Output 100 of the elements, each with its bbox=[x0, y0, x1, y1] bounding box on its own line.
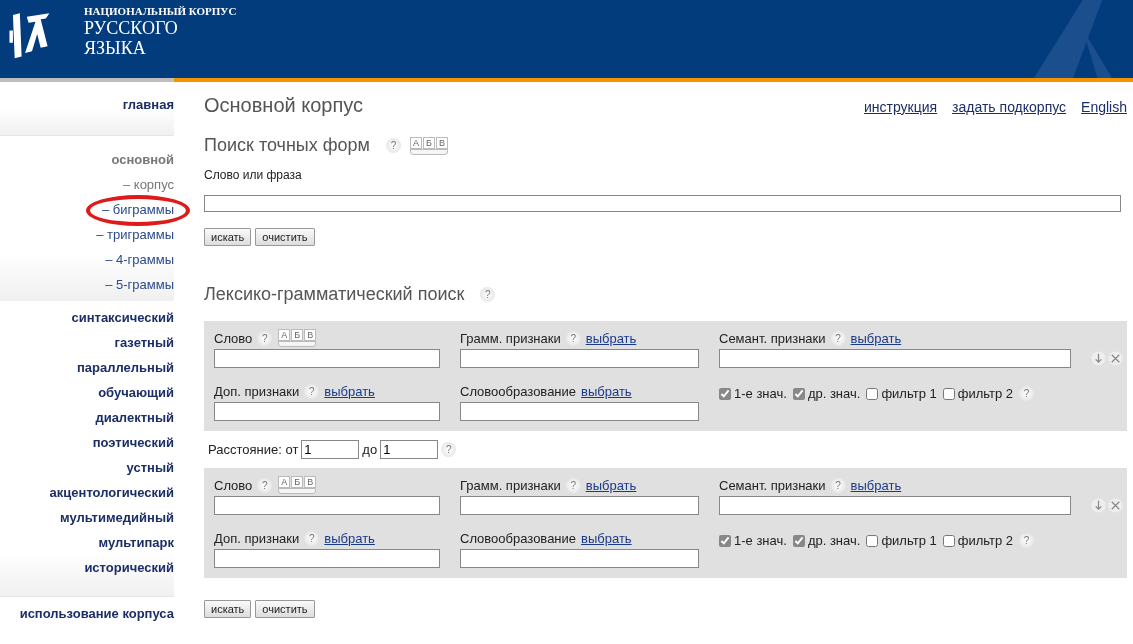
checkbox[interactable] bbox=[792, 387, 805, 400]
close-icon[interactable] bbox=[1108, 351, 1123, 366]
help-button[interactable]: ? bbox=[386, 138, 401, 153]
sidebar-link[interactable]: диалектный bbox=[95, 405, 174, 430]
choose-link[interactable]: выбрать bbox=[581, 383, 632, 399]
checkbox-label: фильтр 2 bbox=[957, 386, 1014, 401]
checkbox[interactable] bbox=[942, 387, 955, 400]
help-button[interactable]: ? bbox=[565, 477, 581, 493]
help-button[interactable]: ? bbox=[441, 442, 457, 457]
derivation-input-field[interactable] bbox=[460, 549, 699, 568]
choose-link[interactable]: выбрать bbox=[850, 477, 902, 493]
sidebar-link[interactable]: поэтический bbox=[92, 430, 174, 455]
section-title: Лексико-грамматический поиск bbox=[204, 284, 465, 305]
checkbox[interactable] bbox=[942, 534, 955, 547]
choose-link[interactable]: выбрать bbox=[581, 530, 632, 546]
choose-link[interactable]: выбрать bbox=[324, 383, 375, 399]
distance-label: Расстояние: от bbox=[208, 442, 299, 457]
sidebar-link[interactable]: акцентологический bbox=[49, 480, 174, 505]
sidebar-section-label: основной bbox=[111, 151, 174, 169]
distance-from-field[interactable]: 1 bbox=[301, 440, 360, 459]
choose-link[interactable]: выбрать bbox=[585, 477, 637, 493]
sidebar-link[interactable]: устный bbox=[126, 455, 174, 480]
field-label: Доп. признаки bbox=[214, 530, 300, 546]
choose-link[interactable]: выбрать bbox=[850, 330, 902, 346]
close-icon[interactable] bbox=[1108, 498, 1123, 513]
field-label: Словообразование bbox=[460, 530, 577, 546]
field-label: Грамм. признаки bbox=[460, 330, 561, 346]
field-label: Словообразование bbox=[460, 383, 577, 399]
checkbox[interactable] bbox=[866, 534, 879, 547]
form-button[interactable]: искать bbox=[204, 600, 252, 618]
checkbox[interactable] bbox=[866, 387, 879, 400]
sidebar-link[interactable]: мультимедийный bbox=[60, 505, 174, 530]
sidebar-link[interactable]: газетный bbox=[114, 330, 174, 355]
field-label: Доп. признаки bbox=[214, 383, 300, 399]
top-link[interactable]: задать подкорпус bbox=[952, 99, 1067, 115]
sidebar-link[interactable]: мультипарк bbox=[98, 530, 174, 555]
field-label: Семант. признаки bbox=[719, 477, 826, 493]
distance-label: до bbox=[362, 442, 378, 457]
form-button[interactable]: искать bbox=[204, 228, 252, 246]
distance-to-field[interactable]: 1 bbox=[380, 440, 439, 459]
choose-link[interactable]: выбрать bbox=[585, 330, 637, 346]
phrase-input-field[interactable] bbox=[204, 195, 1121, 212]
help-button[interactable]: ? bbox=[830, 330, 846, 346]
field-label: Грамм. признаки bbox=[460, 477, 561, 493]
grammar-input-field[interactable] bbox=[460, 349, 699, 368]
page-title: Основной корпус bbox=[204, 94, 364, 117]
help-button[interactable]: ? bbox=[565, 330, 581, 346]
derivation-input-field[interactable] bbox=[460, 402, 699, 421]
checkbox-label: фильтр 1 bbox=[881, 386, 937, 401]
extra-input-field[interactable] bbox=[214, 402, 440, 421]
keyboard-button[interactable]: А Б В bbox=[277, 475, 318, 495]
field-label: Слово или фраза bbox=[204, 168, 303, 182]
form-button[interactable]: очистить bbox=[255, 228, 315, 246]
checkbox-label: фильтр 2 bbox=[957, 533, 1014, 548]
field-label: Семант. признаки bbox=[719, 330, 826, 346]
extra-input-field[interactable] bbox=[214, 549, 440, 568]
sidebar-subitem[interactable]: – 4-граммы bbox=[105, 247, 174, 272]
keyboard-button[interactable]: А Б В bbox=[277, 328, 318, 348]
sidebar-link[interactable]: синтаксический bbox=[71, 305, 174, 330]
grammar-input-field[interactable] bbox=[460, 496, 699, 515]
help-button[interactable]: ? bbox=[480, 287, 496, 302]
sidebar-subitem[interactable]: – биграммы bbox=[102, 197, 174, 222]
top-link[interactable]: English bbox=[1081, 99, 1127, 115]
checkbox-label: фильтр 1 bbox=[881, 533, 937, 548]
form-button[interactable]: очистить bbox=[255, 600, 315, 618]
site-title: РУССКОГО bbox=[84, 18, 179, 38]
help-button[interactable]: ? bbox=[830, 477, 846, 493]
choose-link[interactable]: выбрать bbox=[324, 530, 375, 546]
sidebar-subitem[interactable]: – 5-граммы bbox=[105, 272, 174, 297]
checkbox[interactable] bbox=[719, 387, 731, 400]
help-button[interactable]: ? bbox=[304, 530, 320, 546]
checkbox[interactable] bbox=[792, 534, 805, 547]
sidebar-link[interactable]: исторический bbox=[84, 555, 174, 580]
sidebar-link[interactable]: использование корпуса bbox=[19, 601, 174, 626]
keyboard-button[interactable]: А Б В bbox=[409, 135, 449, 156]
checkbox-label: др. знач. bbox=[807, 533, 861, 548]
top-link[interactable]: инструкция bbox=[863, 99, 938, 115]
checkbox-label: 1-е знач. bbox=[734, 533, 787, 548]
semantic-input-field[interactable] bbox=[719, 349, 1071, 368]
sidebar-link[interactable]: главная bbox=[122, 92, 174, 117]
semantic-input-field[interactable] bbox=[719, 496, 1071, 515]
sidebar-subitem[interactable]: – корпус bbox=[122, 172, 174, 197]
word-input-field[interactable] bbox=[214, 496, 440, 515]
checkbox-label: др. знач. bbox=[807, 386, 861, 401]
help-button[interactable]: ? bbox=[257, 477, 273, 493]
sidebar-subitem[interactable]: – триграммы bbox=[96, 222, 174, 247]
sidebar-link[interactable]: параллельный bbox=[76, 355, 174, 380]
section-title: Поиск точных форм bbox=[204, 135, 370, 156]
field-label: Слово bbox=[214, 477, 253, 493]
site-title: ЯЗЫКА bbox=[84, 38, 147, 58]
field-label: Слово bbox=[214, 330, 253, 346]
help-button[interactable]: ? bbox=[257, 330, 273, 346]
word-input-field[interactable] bbox=[214, 349, 440, 368]
sidebar-link[interactable]: обучающий bbox=[98, 380, 174, 405]
help-button[interactable]: ? bbox=[1019, 386, 1035, 401]
checkbox[interactable] bbox=[719, 534, 731, 547]
help-button[interactable]: ? bbox=[1019, 533, 1035, 548]
checkbox-label: 1-е знач. bbox=[734, 386, 787, 401]
help-button[interactable]: ? bbox=[304, 383, 320, 399]
site-title: НАЦИОНАЛЬНЫЙ КОРПУС bbox=[84, 4, 237, 18]
